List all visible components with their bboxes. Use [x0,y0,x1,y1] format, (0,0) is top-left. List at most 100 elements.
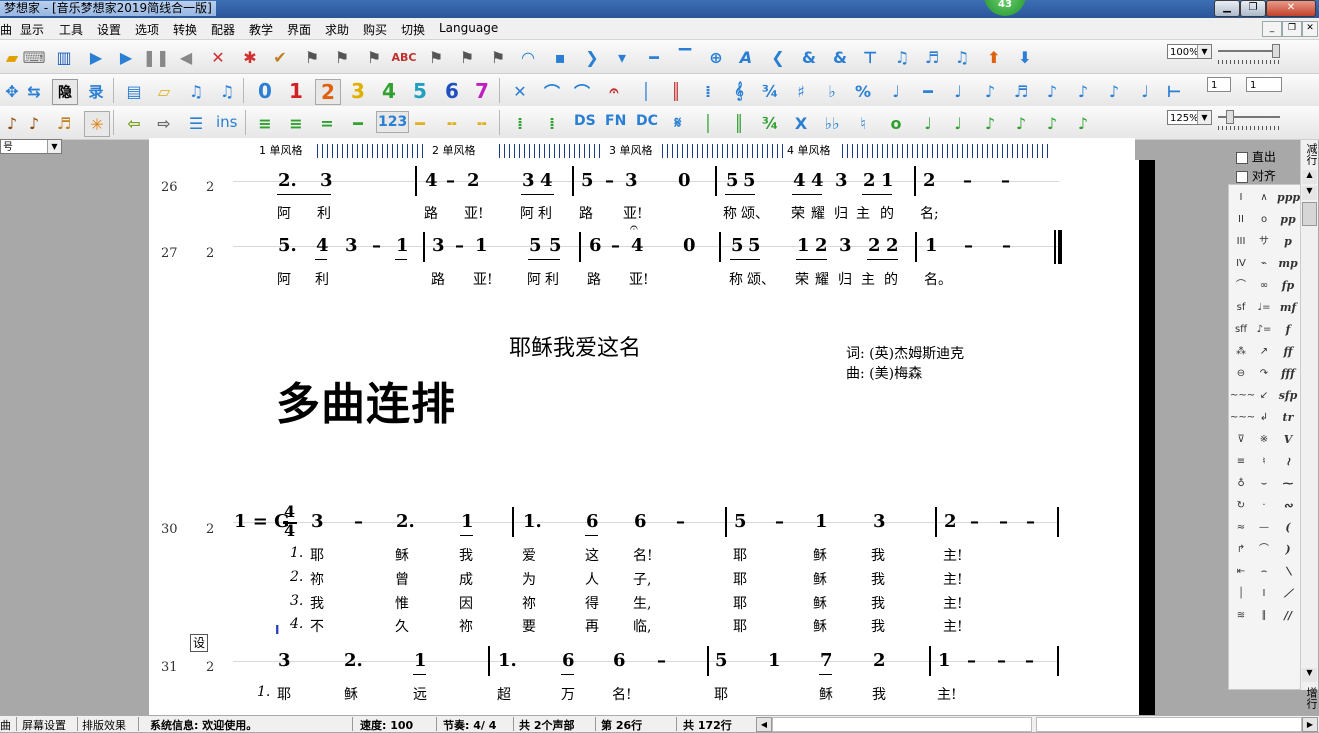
palette-symbol-button[interactable]: ⟋ [1277,583,1299,605]
add-staff-icon[interactable]: & [797,45,821,69]
arrow-right-icon[interactable]: ⇨ [152,111,176,135]
minimize-button[interactable]: ▁ [1214,0,1240,17]
palette-symbol-button[interactable]: mf [1277,297,1299,319]
palette-symbol-button[interactable]: ↷ [1253,363,1275,385]
note[interactable]: 3 [625,170,638,191]
note[interactable]: 1. [523,511,542,532]
record-button[interactable]: 录 [84,79,108,103]
note[interactable]: 1 [815,511,828,532]
composer-credit[interactable]: 曲: (美)梅森 [846,363,922,383]
notification-badge[interactable]: 43 [984,0,1026,16]
triple-line-icon[interactable]: ≡ [253,111,277,135]
digit-7-button[interactable]: 7 [470,79,494,103]
digit-0-button[interactable]: 0 [253,79,277,103]
note[interactable]: – [967,650,976,671]
note[interactable]: 3 [839,235,852,256]
palette-symbol-button[interactable]: サ [1253,231,1275,253]
checkbox-box[interactable] [1236,170,1248,183]
bar-green-icon-2[interactable]: ║ [727,111,751,135]
note[interactable]: 1 [396,235,409,256]
quarter-note-icon[interactable]: ♩ [884,79,908,103]
menu-item-orchestrate[interactable]: 配器 [211,21,235,38]
note[interactable]: 3 [835,170,848,191]
align-checkbox[interactable]: 对齐 [1236,167,1276,184]
palette-symbol-button[interactable]: │ [1230,583,1252,605]
palette-symbol-button[interactable]: mp [1277,253,1299,275]
bar-green-icon-1[interactable]: │ [696,111,720,135]
palette-symbol-button[interactable]: ⇤ [1230,561,1252,583]
palette-symbol-button[interactable]: ↻ [1230,495,1252,517]
palette-symbol-button[interactable]: II [1230,209,1252,231]
pause-icon[interactable]: ❚❚ [143,45,170,69]
swap-icon[interactable]: ⇆ [22,79,46,103]
note[interactable]: – [605,170,614,191]
green-note-icon-1[interactable]: ♩ [916,111,940,135]
eighth-note-icon[interactable]: ♪ [978,79,1002,103]
note[interactable]: 5 [748,235,761,256]
note[interactable]: 4 [425,170,438,191]
palette-symbol-button[interactable]: ⌢ [1253,561,1275,583]
menu-item-help[interactable]: 求助 [325,21,349,38]
time-signature-bottom[interactable]: 4 [284,521,295,540]
note[interactable]: 2. [344,650,363,671]
note[interactable]: 4 [316,235,329,256]
dot-icon[interactable]: ▪ [548,45,572,69]
add-rows-button[interactable]: 增行 [1302,684,1318,712]
settings-marker-button[interactable]: 设 [190,634,208,652]
ruler-label-4[interactable]: 4 单风格 [787,142,831,158]
tool-icon-7[interactable]: ⚑ [424,45,448,69]
horizontal-scrollbar-2[interactable] [1036,717,1302,732]
repeat-start-icon[interactable]: ⁞ [508,111,532,135]
note[interactable]: 3 [873,511,886,532]
fine-button[interactable]: FN [605,113,626,129]
note[interactable]: 7 [820,650,833,671]
note[interactable]: 1 [414,650,427,671]
note[interactable]: – [455,235,464,256]
overline-icon[interactable]: ▔ [673,45,697,69]
menu-item-view[interactable]: 显示 [20,21,44,38]
menu-item-switch[interactable]: 切换 [401,21,425,38]
zoom-slider-1[interactable] [1218,50,1280,52]
chevron-right-icon[interactable]: ❯ [580,45,604,69]
note[interactable]: 5. [278,235,297,256]
palette-symbol-button[interactable]: sff [1230,319,1252,341]
note[interactable]: 3 [320,170,333,191]
whole-note-icon[interactable]: ━ [916,79,940,103]
zoom-select-1[interactable]: 100% ▼ [1167,44,1212,59]
hide-button[interactable]: 隐 [52,79,78,105]
open-icon[interactable]: ▰ [0,45,24,69]
delete-icon[interactable]: ✕ [508,79,532,103]
note[interactable]: 4 [631,235,644,256]
crosshair-icon[interactable]: ⊕ [704,45,728,69]
extend-icon[interactable]: ⊢ [1162,79,1186,103]
palette-symbol-button[interactable]: tr [1277,407,1299,429]
palette-symbol-button[interactable]: ( [1277,517,1299,539]
dash-yellow-icon[interactable]: ━ [408,111,432,135]
palette-symbol-button[interactable]: III [1230,231,1252,253]
palette-symbol-button[interactable]: ♁ [1230,473,1252,495]
upload-icon[interactable]: ⬆ [982,45,1006,69]
note[interactable]: 3 [278,650,291,671]
keyboard-icon[interactable]: ⌨ [22,45,46,69]
palette-symbol-button[interactable]: ⊽ [1230,429,1252,451]
double-line-icon-a[interactable]: ≡ [284,111,308,135]
align-icon[interactable]: ⊤ [858,45,882,69]
clef-icon[interactable]: 𝄞 [727,79,751,103]
play-icon[interactable]: ▶ [84,45,108,69]
palette-symbol-button[interactable]: ppp [1277,187,1300,209]
sharp-icon[interactable]: ♯ [789,79,813,103]
green-note-icon-5[interactable]: ♪ [1040,111,1064,135]
digit-3-button[interactable]: 3 [346,79,370,103]
checkbox-box[interactable] [1236,151,1248,164]
lyricist-credit[interactable]: 词: (英)杰姆斯迪克 [846,343,964,363]
font-select[interactable]: 号 ▼ [0,139,62,154]
repeat-end-icon[interactable]: ⁞ [540,111,564,135]
palette-symbol-button[interactable]: ↱ [1230,539,1252,561]
time-signature-icon[interactable]: ¾ [758,79,782,103]
note[interactable]: 1 [768,650,781,671]
palette-symbol-button[interactable]: ↙ [1253,385,1275,407]
palette-symbol-button[interactable]: I [1230,187,1252,209]
double-flat-icon[interactable]: ♭♭ [820,111,844,135]
eraser-icon[interactable]: ▱ [152,79,176,103]
layout-icon[interactable]: ▤ [122,79,146,103]
